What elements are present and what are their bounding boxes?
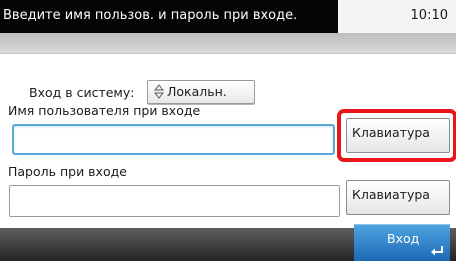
username-field[interactable] — [12, 124, 335, 155]
login-screen: Введите имя пользов. и пароль при входе.… — [0, 0, 456, 261]
message-bar: Введите имя пользов. и пароль при входе. — [0, 0, 338, 33]
login-button-label: Вход — [387, 231, 420, 246]
password-label: Пароль при входе — [8, 164, 127, 179]
up-down-arrows-icon — [154, 84, 164, 99]
login-mode-select[interactable]: Локальн. — [147, 80, 255, 104]
enter-return-icon — [431, 246, 443, 256]
login-mode-label: Вход в систему: — [29, 85, 135, 100]
password-keyboard-label: Клавиатура — [352, 187, 430, 202]
password-keyboard-button[interactable]: Клавиатура — [346, 180, 450, 215]
top-bar: Введите имя пользов. и пароль при входе.… — [0, 0, 456, 33]
username-keyboard-button[interactable]: Клавиатура — [346, 118, 450, 153]
header-band — [0, 33, 456, 54]
clock: 10:10 — [410, 8, 448, 23]
login-mode-value: Локальн. — [167, 84, 227, 99]
password-field[interactable] — [9, 185, 340, 217]
clock-area: 10:10 — [338, 0, 456, 33]
login-button[interactable]: Вход — [354, 224, 450, 261]
instruction-message: Введите имя пользов. и пароль при входе. — [3, 8, 298, 23]
username-keyboard-label: Клавиатура — [352, 125, 430, 140]
username-label: Имя пользователя при входе — [8, 103, 201, 118]
